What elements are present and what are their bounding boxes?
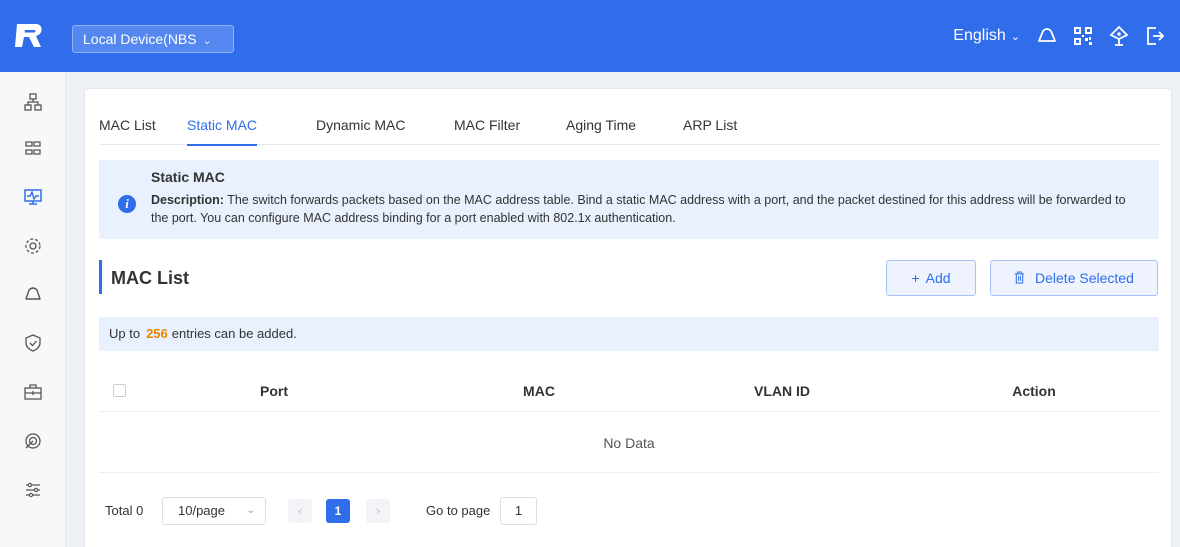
limit-prefix: Up to [109,326,141,341]
column-header-action: Action [1012,383,1056,399]
language-label: English [953,27,1006,44]
main-panel: MAC List Static MAC Dynamic MAC MAC Filt… [84,88,1172,547]
info-description-label: Description: [151,193,224,207]
add-button[interactable]: + Add [886,260,976,296]
top-bar: Local Device(NBS ⌄ English ⌄ [0,0,1180,72]
entry-limit-notice: Up to 256 entries can be added. [99,317,1159,351]
monitor-icon[interactable] [23,187,43,207]
qr-code-icon[interactable] [1072,25,1094,47]
delete-selected-label: Delete Selected [1035,270,1134,286]
logout-icon[interactable] [1144,25,1166,47]
next-page-button[interactable]: › [366,499,390,523]
total-count: Total 0 [105,503,144,518]
limit-count: 256 [146,326,168,341]
tab-static-mac[interactable]: Static MAC [187,117,258,146]
brand-logo[interactable] [12,20,46,50]
goto-page-input[interactable]: 1 [500,497,537,525]
info-title: Static MAC [151,169,225,185]
ports-icon[interactable] [23,138,43,158]
tab-arp-list[interactable]: ARP List [683,117,737,145]
trash-icon [1014,270,1029,286]
select-all-checkbox[interactable] [113,384,126,397]
device-select-label: Local Device(NBS [83,31,197,47]
goto-label: Go to page [426,503,491,518]
tab-aging-time[interactable]: Aging Time [566,117,636,145]
chevron-down-icon: ⌄ [246,505,255,516]
tab-bar: MAC List Static MAC Dynamic MAC MAC Filt… [99,117,1159,146]
limit-suffix: entries can be added. [171,326,297,341]
config-icon[interactable] [23,480,43,500]
table-header: Port MAC VLAN ID Action [99,376,1159,412]
topology-icon[interactable] [23,92,43,112]
cloud-icon[interactable] [23,284,43,304]
page-size-select[interactable]: 10/page ⌄ [162,497,266,525]
security-icon[interactable] [23,333,43,353]
column-header-vlan-id: VLAN ID [754,383,810,399]
tab-dynamic-mac[interactable]: Dynamic MAC [316,117,405,145]
info-icon: i [118,195,136,213]
info-description: Description: The switch forwards packets… [151,191,1131,227]
chevron-down-icon: ⌄ [1010,31,1020,43]
chevron-down-icon: ⌄ [202,35,212,47]
info-description-text: The switch forwards packets based on the… [151,193,1126,225]
wireless-icon[interactable] [23,431,43,451]
page-size-value: 10/page [178,503,225,518]
network-icon[interactable] [1108,25,1130,47]
device-select[interactable]: Local Device(NBS ⌄ [72,25,234,53]
language-select[interactable]: English ⌄ [953,27,1020,45]
info-box: i Static MAC Description: The switch for… [99,160,1159,239]
toolbox-icon[interactable] [23,382,43,402]
delete-selected-button[interactable]: Delete Selected [990,260,1158,296]
section-accent-bar [99,260,102,294]
sidebar [0,72,66,547]
pagination: Total 0 10/page ⌄ ‹ 1 › Go to page 1 [99,497,699,525]
tab-mac-list[interactable]: MAC List [99,117,156,145]
section-title: MAC List [111,268,189,288]
add-button-label: Add [925,270,951,286]
table-empty-state: No Data [99,412,1159,473]
settings-icon[interactable] [23,236,43,256]
column-header-mac: MAC [523,383,555,399]
tab-mac-filter[interactable]: MAC Filter [454,117,520,145]
cloud-icon[interactable] [1036,25,1058,47]
prev-page-button[interactable]: ‹ [288,499,312,523]
current-page-button[interactable]: 1 [326,499,350,523]
plus-icon: + [911,270,920,286]
column-header-port: Port [260,383,288,399]
